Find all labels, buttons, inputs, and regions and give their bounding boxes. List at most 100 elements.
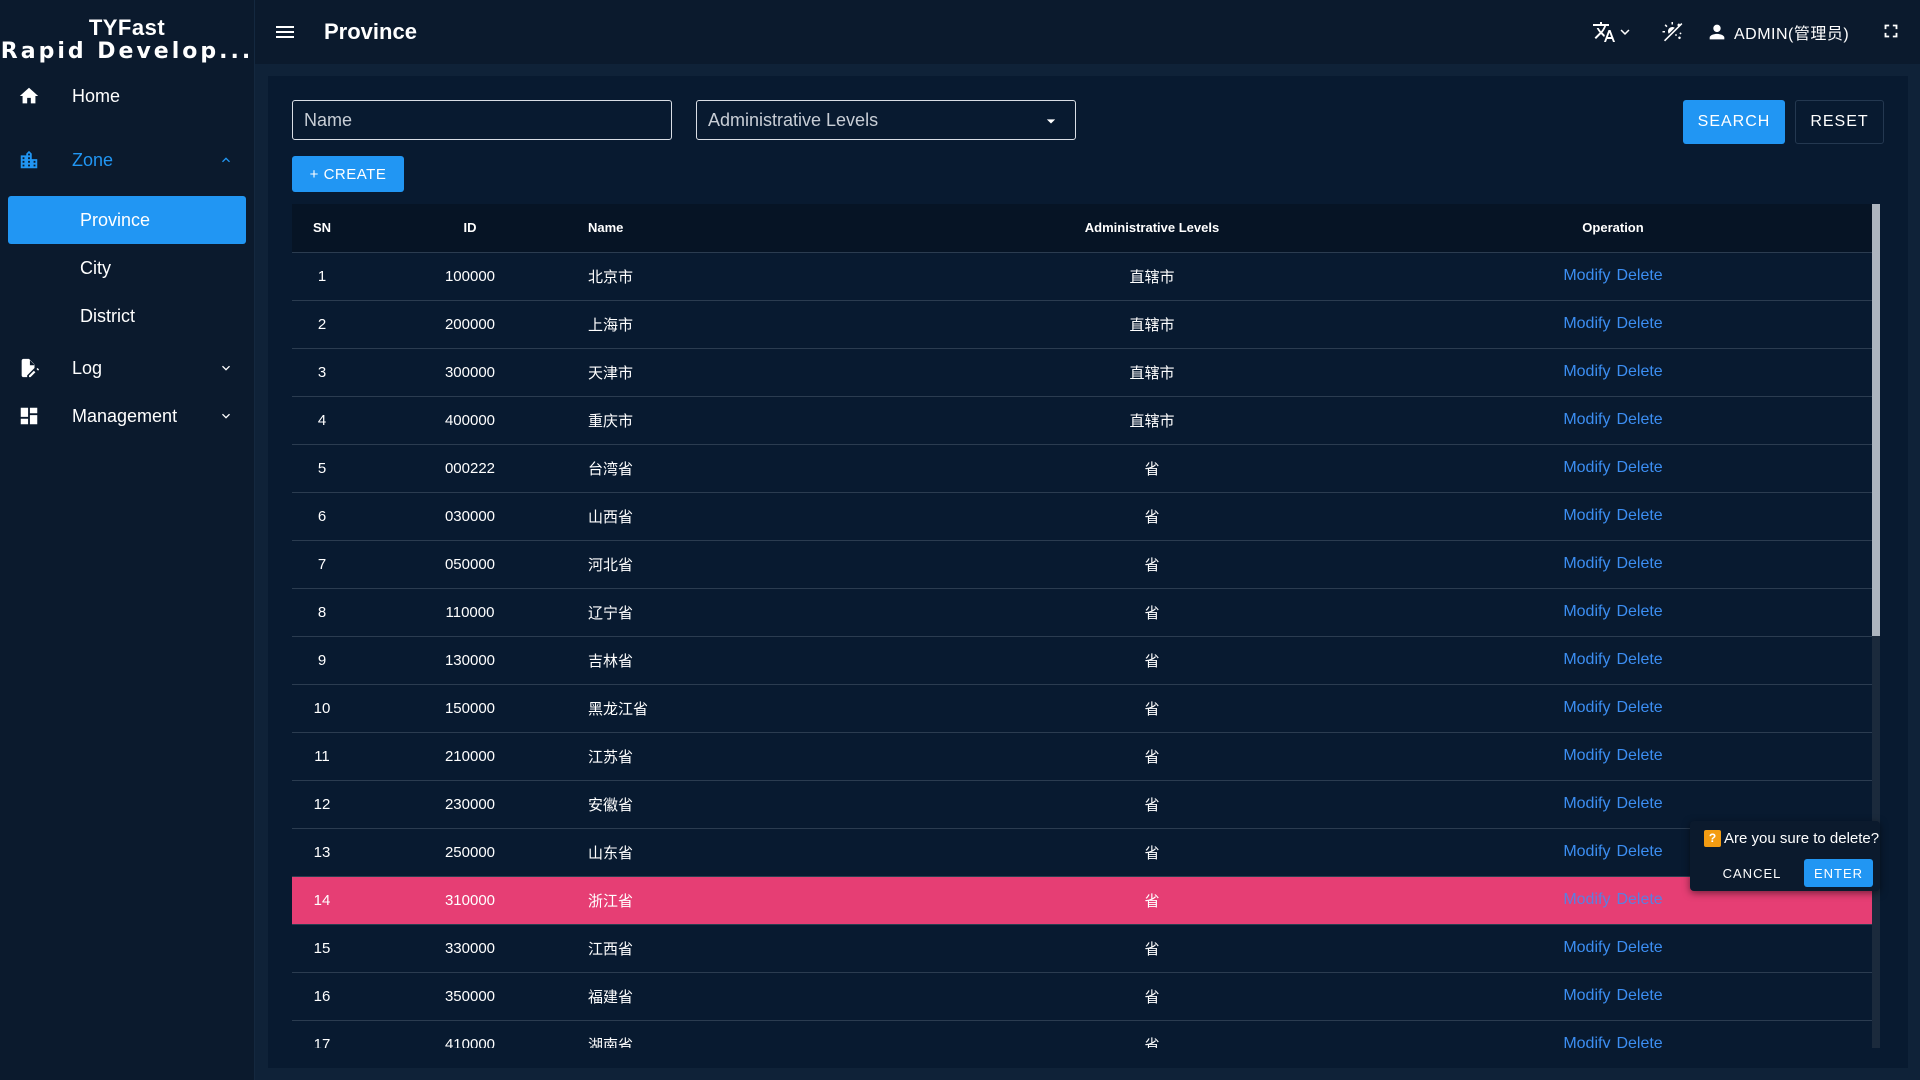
table-row[interactable]: 5 000222 台湾省 省 Modify Delete (292, 444, 1874, 492)
modify-link[interactable]: Modify (1563, 747, 1610, 764)
table-row[interactable]: 7 050000 河北省 省 Modify Delete (292, 540, 1874, 588)
modify-link[interactable]: Modify (1563, 699, 1610, 716)
cell-sn: 7 (317, 555, 327, 573)
cell-sn: 17 (313, 1035, 331, 1048)
delete-link[interactable]: Delete (1616, 555, 1662, 572)
table-row[interactable]: 1 100000 北京市 直辖市 Modify Delete (292, 252, 1874, 300)
modify-link[interactable]: Modify (1563, 267, 1610, 284)
language-button[interactable] (1592, 20, 1634, 44)
delete-link[interactable]: Delete (1616, 843, 1662, 860)
sidebar-item-home[interactable]: Home (0, 72, 254, 120)
table-scrollbar[interactable] (1872, 204, 1880, 1048)
fullscreen-icon[interactable] (1880, 20, 1902, 42)
table-row[interactable]: 3 300000 天津市 直辖市 Modify Delete (292, 348, 1874, 396)
table-row[interactable]: 2 200000 上海市 直辖市 Modify Delete (292, 300, 1874, 348)
cell-sn: 12 (313, 795, 331, 813)
menu-icon[interactable] (273, 20, 297, 44)
sidebar-item-city[interactable]: City (0, 244, 254, 292)
table-row[interactable]: 15 330000 江西省 省 Modify Delete (292, 924, 1874, 972)
cell-level: 省 (1144, 652, 1160, 670)
delete-link[interactable]: Delete (1616, 1035, 1662, 1048)
delete-link[interactable]: Delete (1616, 747, 1662, 764)
cell-name: 江西省 (588, 940, 634, 958)
table-row[interactable]: 17 410000 湖南省 省 Modify Delete (292, 1020, 1874, 1048)
reset-button[interactable]: RESET (1795, 100, 1884, 144)
delete-link[interactable]: Delete (1616, 507, 1662, 524)
modify-link[interactable]: Modify (1563, 411, 1610, 428)
search-button[interactable]: SEARCH (1683, 100, 1785, 144)
delete-link[interactable]: Delete (1616, 699, 1662, 716)
dashboard-icon (20, 407, 38, 425)
table-row[interactable]: 14 310000 浙江省 省 Modify Delete (292, 876, 1874, 924)
cell-sn: 5 (317, 459, 327, 477)
delete-link[interactable]: Delete (1616, 795, 1662, 812)
table-row[interactable]: 8 110000 辽宁省 省 Modify Delete (292, 588, 1874, 636)
table-row[interactable]: 11 210000 江苏省 省 Modify Delete (292, 732, 1874, 780)
sidebar-item-label: Home (72, 85, 121, 106)
modify-link[interactable]: Modify (1563, 459, 1610, 476)
table-row[interactable]: 13 250000 山东省 省 Modify Delete (292, 828, 1874, 876)
sidebar-item-label: Log (72, 357, 103, 378)
table-row[interactable]: 6 030000 山西省 省 Modify Delete (292, 492, 1874, 540)
name-input[interactable]: Name (292, 100, 672, 140)
delete-link[interactable]: Delete (1616, 411, 1662, 428)
delete-link[interactable]: Delete (1616, 603, 1662, 620)
cell-level: 省 (1144, 748, 1160, 766)
delete-link[interactable]: Delete (1616, 891, 1662, 908)
sidebar-item-log[interactable]: Log (0, 344, 254, 392)
enter-button[interactable]: ENTER (1804, 859, 1873, 887)
modify-link[interactable]: Modify (1563, 1035, 1610, 1048)
cell-id: 330000 (444, 939, 496, 957)
modify-link[interactable]: Modify (1563, 987, 1610, 1004)
cell-id: 210000 (444, 747, 496, 765)
cell-sn: 8 (317, 603, 327, 621)
create-button[interactable]: + CREATE (292, 156, 404, 192)
modify-link[interactable]: Modify (1563, 507, 1610, 524)
warning-icon: ? (1704, 830, 1721, 847)
cell-id: 050000 (444, 555, 496, 573)
modify-link[interactable]: Modify (1563, 939, 1610, 956)
scrollbar-thumb[interactable] (1872, 204, 1880, 636)
modify-link[interactable]: Modify (1563, 315, 1610, 332)
table-row[interactable]: 10 150000 黑龙江省 省 Modify Delete (292, 684, 1874, 732)
modify-link[interactable]: Modify (1563, 843, 1610, 860)
modify-link[interactable]: Modify (1563, 555, 1610, 572)
cancel-button[interactable]: CANCEL (1712, 859, 1792, 887)
cell-operation: Modify Delete (1352, 492, 1874, 540)
delete-link[interactable]: Delete (1616, 987, 1662, 1004)
modify-link[interactable]: Modify (1563, 795, 1610, 812)
delete-link[interactable]: Delete (1616, 363, 1662, 380)
modify-link[interactable]: Modify (1563, 891, 1610, 908)
table-row[interactable]: 9 130000 吉林省 省 Modify Delete (292, 636, 1874, 684)
cell-name: 黑龙江省 (588, 700, 649, 718)
cell-id: 300000 (444, 363, 496, 381)
theme-toggle-icon[interactable] (1661, 20, 1685, 44)
sidebar-item-province[interactable]: Province (8, 196, 246, 244)
table-row[interactable]: 12 230000 安徽省 省 Modify Delete (292, 780, 1874, 828)
cell-operation: Modify Delete (1352, 444, 1874, 492)
delete-link[interactable]: Delete (1616, 315, 1662, 332)
cell-level: 省 (1144, 796, 1160, 814)
table-header-row: SN ID Name Administrative Levels Operati… (292, 204, 1874, 252)
cell-level: 省 (1144, 460, 1160, 478)
user-menu[interactable]: ADMIN(管理员) (1706, 20, 1849, 44)
sidebar-item-district[interactable]: District (0, 292, 254, 340)
delete-link[interactable]: Delete (1616, 267, 1662, 284)
sidebar-item-zone[interactable]: Zone (0, 136, 254, 184)
table-row[interactable]: 16 350000 福建省 省 Modify Delete (292, 972, 1874, 1020)
administrative-levels-select[interactable]: Administrative Levels (696, 100, 1076, 140)
table-row[interactable]: 4 400000 重庆市 直辖市 Modify Delete (292, 396, 1874, 444)
delete-link[interactable]: Delete (1616, 459, 1662, 476)
modify-link[interactable]: Modify (1563, 651, 1610, 668)
modify-link[interactable]: Modify (1563, 363, 1610, 380)
cell-id: 110000 (445, 603, 495, 621)
sidebar-item-management[interactable]: Management (0, 392, 254, 440)
chevron-down-icon (222, 365, 230, 371)
cell-operation: Modify Delete (1352, 972, 1874, 1020)
delete-link[interactable]: Delete (1616, 651, 1662, 668)
modify-link[interactable]: Modify (1563, 603, 1610, 620)
chevron-up-icon (222, 157, 230, 163)
cell-id: 350000 (444, 987, 496, 1005)
delete-link[interactable]: Delete (1616, 939, 1662, 956)
province-table: SN ID Name Administrative Levels Operati… (292, 204, 1880, 1048)
